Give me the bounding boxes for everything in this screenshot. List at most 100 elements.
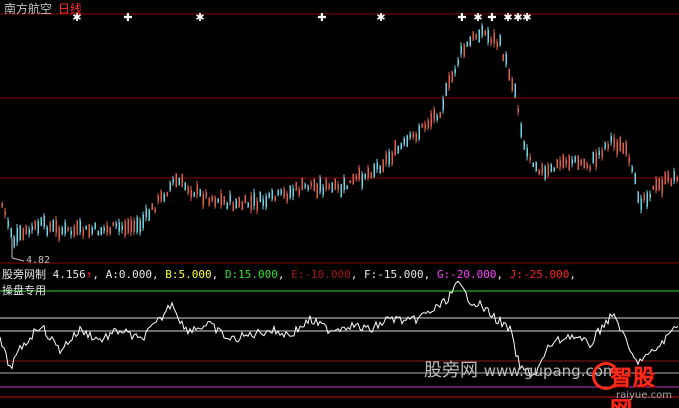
candle-body bbox=[631, 166, 633, 172]
candle-body bbox=[22, 228, 24, 240]
candle-body bbox=[619, 136, 621, 152]
candle-body bbox=[562, 154, 564, 169]
candle-body bbox=[472, 32, 474, 40]
candle-body bbox=[286, 193, 288, 202]
candle-body bbox=[247, 202, 249, 207]
candle-body bbox=[670, 178, 672, 187]
param-d-value: 15.000 bbox=[238, 268, 278, 281]
candle-body bbox=[13, 236, 15, 247]
candle-body bbox=[676, 177, 678, 181]
candlestick-series[interactable] bbox=[1, 23, 679, 249]
candle-body bbox=[283, 188, 285, 198]
param-f-value: -15.000 bbox=[377, 268, 424, 281]
candle-body bbox=[388, 151, 390, 165]
candle-body bbox=[583, 158, 585, 169]
indicator-name[interactable]: 股旁网制 bbox=[2, 268, 46, 281]
candle-body bbox=[148, 209, 150, 221]
star-signal-icon: ✱ bbox=[513, 11, 522, 24]
candle-body bbox=[415, 133, 417, 142]
candle-body bbox=[661, 179, 663, 194]
candle-body bbox=[4, 211, 6, 216]
candle-body bbox=[193, 192, 195, 197]
candle-body bbox=[79, 220, 81, 233]
candle-body bbox=[451, 71, 453, 83]
candle-body bbox=[316, 183, 318, 198]
candle-body bbox=[496, 41, 498, 48]
candle-body bbox=[508, 69, 510, 81]
candle-body bbox=[391, 152, 393, 164]
star-signal-icon: ✱ bbox=[503, 11, 512, 24]
signal-markers: ✚✱ ✱ ✚ ✱ ✚ ✱ ✚ ✱ ✱ ✱ bbox=[72, 11, 531, 24]
candle-body bbox=[565, 160, 567, 165]
candle-body bbox=[637, 191, 639, 203]
candle-body bbox=[232, 201, 234, 212]
candle-body bbox=[622, 142, 624, 154]
candle-body bbox=[370, 172, 372, 179]
candle-body bbox=[16, 227, 18, 243]
candle-body bbox=[652, 185, 654, 190]
candle-body bbox=[529, 156, 531, 161]
candle-body bbox=[145, 208, 147, 218]
candle-body bbox=[37, 221, 39, 234]
candle-body bbox=[172, 179, 174, 183]
candle-body bbox=[493, 32, 495, 44]
candle-body bbox=[181, 173, 183, 188]
candle-body bbox=[592, 151, 594, 164]
candle-body bbox=[538, 169, 540, 175]
candle-body bbox=[517, 107, 519, 113]
star-signal-icon: ✱ bbox=[522, 11, 531, 24]
candle-body bbox=[325, 179, 327, 190]
candle-body bbox=[97, 230, 99, 236]
plus-signal-icon: ✚ bbox=[457, 11, 466, 24]
candle-body bbox=[358, 167, 360, 180]
candle-body bbox=[139, 220, 141, 233]
candle-body bbox=[310, 182, 312, 187]
param-a-label: A: bbox=[105, 268, 119, 281]
stock-chart-screen[interactable]: ✚ ✱ ✱ ✚ ✱ ✚ ✱ ✚ ✱ ✱ ✱ 南方航空 日线 4.82 股旁网制 4.156↑, A:… bbox=[0, 0, 679, 408]
candle-body bbox=[328, 184, 330, 189]
candle-body bbox=[394, 140, 396, 156]
brand-url: raiyue.com bbox=[616, 390, 672, 401]
param-j-value: -25.000 bbox=[522, 268, 570, 281]
candle-body bbox=[571, 159, 573, 164]
candle-body bbox=[427, 120, 429, 128]
low-price-label: 4.82 bbox=[26, 255, 51, 266]
candle-body bbox=[271, 190, 273, 200]
param-e-label: E: bbox=[291, 268, 305, 281]
candle-body bbox=[220, 193, 222, 206]
candle-body bbox=[154, 208, 156, 213]
candle-body bbox=[559, 160, 561, 167]
candle-body bbox=[73, 226, 75, 237]
candle-body bbox=[382, 159, 384, 172]
plus-signal-icon: ✚ bbox=[123, 11, 132, 24]
candle-body bbox=[319, 177, 321, 192]
candle-body bbox=[580, 159, 582, 166]
candle-body bbox=[589, 166, 591, 170]
candle-body bbox=[457, 59, 459, 65]
candle-body bbox=[613, 137, 615, 148]
candle-body bbox=[49, 222, 51, 231]
candle-body bbox=[151, 203, 153, 210]
candle-body bbox=[481, 25, 483, 36]
candle-body bbox=[235, 199, 237, 209]
candle-body bbox=[100, 227, 102, 236]
candle-body bbox=[409, 133, 411, 138]
watermark-text: 股旁网 bbox=[424, 360, 478, 381]
candle-body bbox=[421, 123, 423, 128]
candle-body bbox=[346, 185, 348, 189]
candle-body bbox=[616, 141, 618, 155]
candle-body bbox=[526, 148, 528, 157]
period-label[interactable]: 日线 bbox=[58, 2, 82, 16]
candle-body bbox=[469, 36, 471, 47]
candle-body bbox=[292, 188, 294, 197]
chart-canvas[interactable]: ✚✱ ✱ ✚ ✱ ✚ ✱ ✚ ✱ ✱ ✱ bbox=[0, 0, 679, 408]
candle-body bbox=[268, 193, 270, 198]
candle-body bbox=[475, 33, 477, 40]
indicator-header: 股旁网制 4.156↑, A:0.000, B:5.000, D:15.000,… bbox=[2, 268, 576, 281]
candle-body bbox=[643, 194, 645, 201]
candle-body bbox=[556, 159, 558, 168]
candle-body bbox=[412, 133, 414, 138]
candle-body bbox=[43, 215, 45, 227]
candle-body bbox=[256, 200, 258, 211]
candle-body bbox=[166, 192, 168, 197]
